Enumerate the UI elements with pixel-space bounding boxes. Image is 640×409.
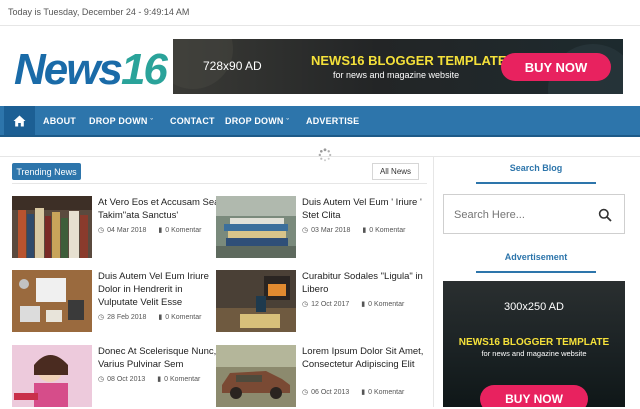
nav-item-label: DROP DOWN <box>89 116 148 126</box>
search-box <box>443 194 625 234</box>
comment-icon: ▮ <box>362 227 367 234</box>
post-date: 08 Oct 2013 <box>107 375 146 383</box>
post-meta: ◷ 12 Oct 2017 ▮ 0 Komentar <box>302 300 404 309</box>
logo-text: News <box>14 45 123 94</box>
header-ad-banner[interactable]: 728x90 AD NEWS16 BLOGGER TEMPLATE for ne… <box>173 39 623 94</box>
post-title[interactable]: At Vero Eos et Accusam Sea Takim"ata San… <box>98 196 222 222</box>
advertisement-heading-underline <box>476 271 596 273</box>
ad-size-label: 300x250 AD <box>504 301 564 313</box>
ad-subtitle: for news and magazine website <box>481 349 587 358</box>
post-meta: ◷ 08 Oct 2013 ▮ 0 Komentar <box>98 375 200 384</box>
post-comments[interactable]: 0 Komentar <box>368 389 404 396</box>
comment-icon: ▮ <box>158 314 163 321</box>
loading-spinner-icon <box>318 148 332 162</box>
comment-icon: ▮ <box>361 389 366 396</box>
post-card[interactable]: Donec At Scelerisque Nunc, Varius Pulvin… <box>12 345 222 409</box>
clock-icon: ◷ <box>302 389 309 396</box>
post-title[interactable]: Duis Autem Vel Eum Iriure Dolor in Hendr… <box>98 270 222 309</box>
home-icon <box>13 115 26 126</box>
post-date: 03 Mar 2018 <box>311 226 351 234</box>
clock-icon: ◷ <box>98 314 105 321</box>
all-news-button[interactable]: All News <box>372 163 419 180</box>
site-logo[interactable]: News 16 <box>14 40 168 94</box>
ad-buy-button[interactable]: BUY NOW <box>480 385 588 407</box>
post-card[interactable]: Lorem Ipsum Dolor Sit Amet, Consectetur … <box>216 345 426 409</box>
search-icon[interactable] <box>598 208 612 222</box>
post-meta: ◷ 03 Mar 2018 ▮ 0 Komentar <box>302 226 405 235</box>
search-blog-heading: Search Blog <box>509 163 563 173</box>
post-thumbnail-book-stack <box>216 196 296 258</box>
post-meta: ◷ 28 Feb 2018 ▮ 0 Komentar <box>98 313 201 322</box>
trending-header-line <box>12 183 427 184</box>
post-comments[interactable]: 0 Komentar <box>165 227 201 234</box>
comment-icon: ▮ <box>361 301 366 308</box>
nav-item-dropdown-1[interactable]: DROP DOWN ˇ <box>89 116 153 126</box>
nav-item-advertise[interactable]: ADVERTISE <box>306 116 359 126</box>
post-title[interactable]: Lorem Ipsum Dolor Sit Amet, Consectetur … <box>302 345 426 371</box>
clock-icon: ◷ <box>302 227 309 234</box>
post-meta: ◷ 04 Mar 2018 ▮ 0 Komentar <box>98 226 201 235</box>
content-divider <box>0 156 640 157</box>
post-title[interactable]: Duis Autem Vel Eum ' Iriure ' Stet Clita <box>302 196 426 222</box>
post-thumbnail-portrait <box>12 345 92 407</box>
clock-icon: ◷ <box>98 376 105 383</box>
post-date: 12 Oct 2017 <box>311 300 350 308</box>
comment-icon: ▮ <box>158 227 163 234</box>
nav-item-dropdown-2[interactable]: DROP DOWN ˇ <box>225 116 289 126</box>
trending-news-badge: Trending News <box>12 163 81 180</box>
post-title[interactable]: Donec At Scelerisque Nunc, Varius Pulvin… <box>98 345 222 371</box>
nav-item-contact[interactable]: CONTACT <box>170 116 215 126</box>
post-thumbnail-bookshelf <box>12 196 92 258</box>
post-meta: ◷ 06 Oct 2013 ▮ 0 Komentar <box>302 388 404 397</box>
top-bar: Today is Tuesday, December 24 - 9:49:14 … <box>0 0 640 26</box>
post-comments[interactable]: 0 Komentar <box>368 301 404 308</box>
post-date: 06 Oct 2013 <box>311 388 350 396</box>
comment-icon: ▮ <box>157 376 162 383</box>
post-thumbnail-old-car <box>216 345 296 407</box>
banner-title: NEWS16 BLOGGER TEMPLATE <box>311 53 507 68</box>
clock-icon: ◷ <box>302 301 309 308</box>
ad-title: NEWS16 BLOGGER TEMPLATE <box>458 337 610 348</box>
chevron-down-icon: ˇ <box>286 119 289 126</box>
post-title[interactable]: Curabitur Sodales "Ligula" in Libero <box>302 270 426 296</box>
sidebar-divider <box>433 156 434 407</box>
sidebar-ad-banner[interactable]: 300x250 AD NEWS16 BLOGGER TEMPLATE for n… <box>443 281 625 407</box>
clock-icon: ◷ <box>98 227 105 234</box>
home-button[interactable] <box>4 106 35 135</box>
post-date: 04 Mar 2018 <box>107 226 147 234</box>
post-thumbnail-desk <box>12 270 92 332</box>
post-comments[interactable]: 0 Komentar <box>369 227 405 234</box>
banner-subtitle: for news and magazine website <box>333 70 460 80</box>
current-date: Today is Tuesday, December 24 - 9:49:14 … <box>8 7 190 17</box>
post-comments[interactable]: 0 Komentar <box>165 314 201 321</box>
banner-size-label: 728x90 AD <box>203 59 262 73</box>
search-input[interactable] <box>454 205 594 225</box>
post-thumbnail-fireplace <box>216 270 296 332</box>
post-card[interactable]: Duis Autem Vel Eum ' Iriure ' Stet Clita… <box>216 196 426 260</box>
search-heading-underline <box>476 182 596 184</box>
chevron-down-icon: ˇ <box>150 119 153 126</box>
post-date: 28 Feb 2018 <box>107 313 147 321</box>
post-card[interactable]: Curabitur Sodales "Ligula" in Libero ◷ 1… <box>216 270 426 334</box>
advertisement-heading: Advertisement <box>504 252 568 262</box>
nav-item-about[interactable]: ABOUT <box>43 116 76 126</box>
logo-number: 16 <box>120 45 168 94</box>
nav-item-label: DROP DOWN <box>225 116 284 126</box>
post-card[interactable]: At Vero Eos et Accusam Sea Takim"ata San… <box>12 196 222 260</box>
banner-buy-button[interactable]: BUY NOW <box>501 53 611 81</box>
post-comments[interactable]: 0 Komentar <box>164 376 200 383</box>
post-card[interactable]: Duis Autem Vel Eum Iriure Dolor in Hendr… <box>12 270 222 334</box>
main-navigation: ABOUT DROP DOWN ˇ CONTACT DROP DOWN ˇ AD… <box>0 106 640 137</box>
